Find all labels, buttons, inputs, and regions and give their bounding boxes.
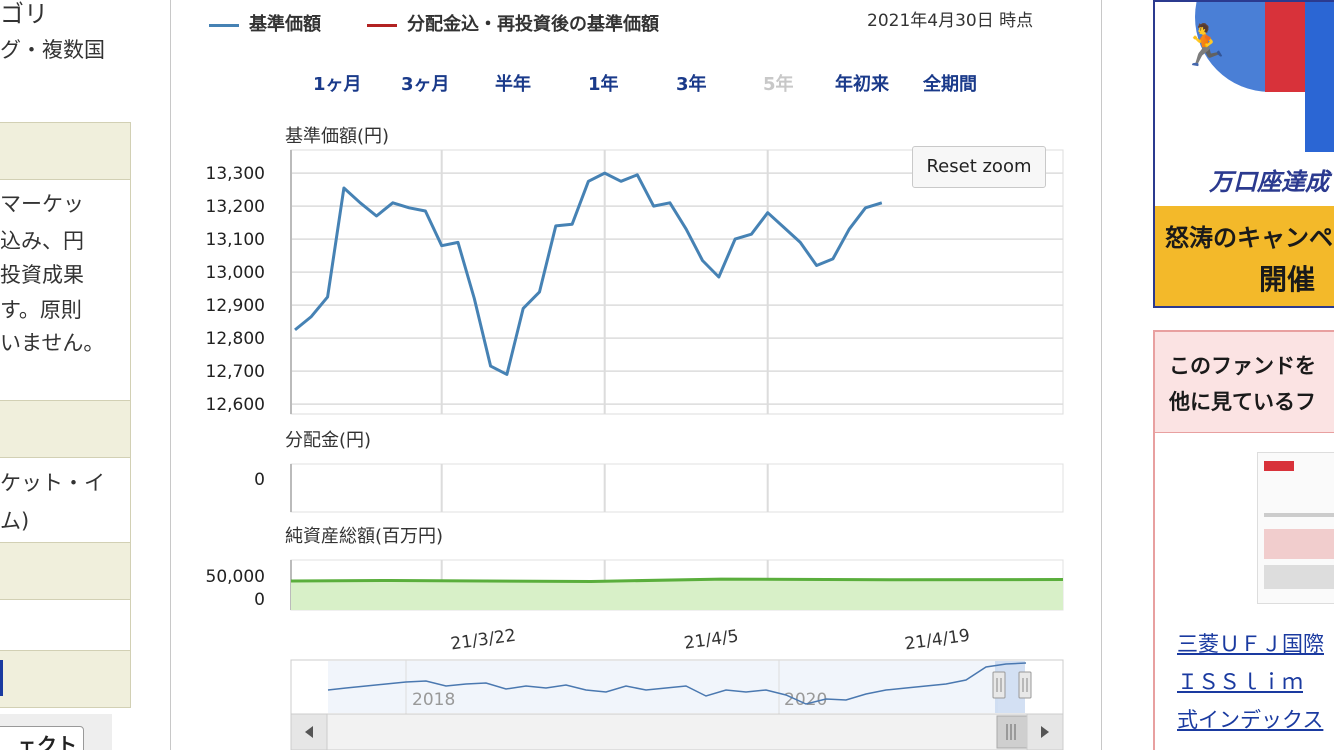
thumbnail-line bbox=[1264, 513, 1334, 517]
campaign-strip: 怒涛のキャンペ 開催 bbox=[1155, 206, 1334, 306]
dividend-plot-area bbox=[290, 463, 1064, 513]
left-column: ゴリ グ・複数国 マーケッ 込み、円 投資成果 す。原則 いません。 ケット・イ… bbox=[0, 0, 165, 750]
campaign-text: 開催 bbox=[1259, 263, 1316, 296]
price-y-tick-label: 13,100 bbox=[206, 230, 265, 250]
price-plot-area bbox=[290, 149, 1064, 415]
campaign-text: 怒涛のキャンペ bbox=[1165, 224, 1333, 252]
related-funds-header: このファンドを 他に見ているフ bbox=[1155, 332, 1334, 433]
navigator-handle-right[interactable] bbox=[1018, 671, 1032, 699]
section-box bbox=[0, 600, 131, 650]
price-y-tick-label: 12,900 bbox=[206, 296, 265, 316]
fund-link[interactable]: 三菱ＵＦＪ国際 bbox=[1177, 628, 1324, 658]
x-tick-label: 21/3/22 bbox=[449, 626, 517, 655]
fund-category-text: グ・複数国 bbox=[0, 38, 105, 62]
section-header-band bbox=[0, 400, 131, 458]
assets-area-fill bbox=[291, 579, 1063, 610]
navigator-year-label: 2018 bbox=[412, 690, 455, 710]
description-text: いません。 bbox=[0, 331, 105, 355]
description-text: 投資成果 bbox=[0, 263, 84, 287]
x-tick-label: 21/4/19 bbox=[903, 626, 971, 655]
navigator-handle-left[interactable] bbox=[992, 671, 1006, 699]
fund-category-text: ゴリ bbox=[0, 0, 48, 28]
dividend-y-tick-label: 0 bbox=[254, 470, 265, 490]
section-header-band bbox=[0, 542, 131, 600]
related-funds-box: このファンドを 他に見ているフ 三菱ＵＦＪ国際 ＩＳＳｌｉｍ 式インデックス bbox=[1153, 330, 1334, 750]
section-header-band bbox=[0, 650, 131, 708]
select-button[interactable]: ェクト bbox=[0, 726, 84, 750]
price-y-tick-label: 12,800 bbox=[206, 329, 265, 349]
dividend-chart-title: 分配金(円) bbox=[285, 430, 371, 451]
assets-chart-title: 純資産総額(百万円) bbox=[285, 526, 443, 547]
thumbnail-mark bbox=[1264, 461, 1294, 471]
fund-link[interactable]: 式インデックス bbox=[1177, 704, 1323, 734]
person-figure-icon: 🏃 bbox=[1180, 23, 1230, 69]
scrollbar-thumb[interactable] bbox=[996, 715, 1028, 749]
price-y-tick-label: 13,200 bbox=[206, 197, 265, 217]
dividend-grid bbox=[290, 463, 1064, 513]
price-grid bbox=[290, 149, 1064, 415]
banner-title: 万口座達成 bbox=[1209, 168, 1329, 196]
price-y-tick-label: 12,700 bbox=[206, 362, 265, 382]
price-chart-title: 基準価額(円) bbox=[285, 126, 389, 147]
x-tick-label: 21/4/5 bbox=[683, 626, 740, 653]
assets-y-tick-label-zero: 0 bbox=[254, 590, 265, 610]
select-button-label: ェクト bbox=[17, 733, 77, 750]
description-text: ケット・イ bbox=[0, 471, 105, 495]
scrollbar-track[interactable] bbox=[290, 713, 1064, 750]
chart-svg: 基準価額(円) 分配金(円) 純資産総額(百万円) 12,60012,70012… bbox=[206, 126, 1064, 750]
description-text: マーケッ bbox=[0, 192, 84, 216]
link-marker bbox=[0, 660, 3, 696]
assets-series-line bbox=[290, 577, 1064, 584]
price-y-tick-label: 12,600 bbox=[206, 395, 265, 415]
price-y-tick-label: 13,000 bbox=[206, 263, 265, 283]
fund-document-thumbnail[interactable] bbox=[1257, 452, 1334, 604]
thumbnail-block bbox=[1264, 565, 1334, 589]
chart-panel: 基準価額 分配金込・再投資後の基準価額 2021年4月30日 時点 1ヶ月 3ヶ… bbox=[170, 0, 1102, 750]
right-column: 🏃 万口座達成 怒涛のキャンペ 開催 このファンドを 他に見ているフ 三菱ＵＦＪ… bbox=[1100, 0, 1334, 750]
campaign-banner[interactable]: 🏃 万口座達成 怒涛のキャンペ 開催 bbox=[1153, 0, 1334, 308]
description-text: ム) bbox=[0, 509, 30, 533]
related-funds-title: 他に見ているフ bbox=[1169, 390, 1316, 414]
reset-zoom-button[interactable]: Reset zoom bbox=[912, 146, 1046, 188]
price-y-tick-label: 13,300 bbox=[206, 164, 265, 184]
price-y-tick-labels: 12,600 12,700 12,800 12,900 13,000 13,100 13,2… bbox=[206, 164, 265, 415]
description-text: 込み、円 bbox=[0, 229, 84, 253]
fund-link[interactable]: ＩＳＳｌｉｍ bbox=[1177, 666, 1303, 696]
section-header-band bbox=[0, 122, 131, 180]
thumbnail-block bbox=[1264, 529, 1334, 559]
related-funds-title: このファンドを bbox=[1169, 354, 1316, 378]
description-text: す。原則 bbox=[0, 298, 82, 322]
assets-y-tick-label-top: 50,000 bbox=[206, 567, 265, 587]
banner-graphic bbox=[1305, 2, 1334, 152]
